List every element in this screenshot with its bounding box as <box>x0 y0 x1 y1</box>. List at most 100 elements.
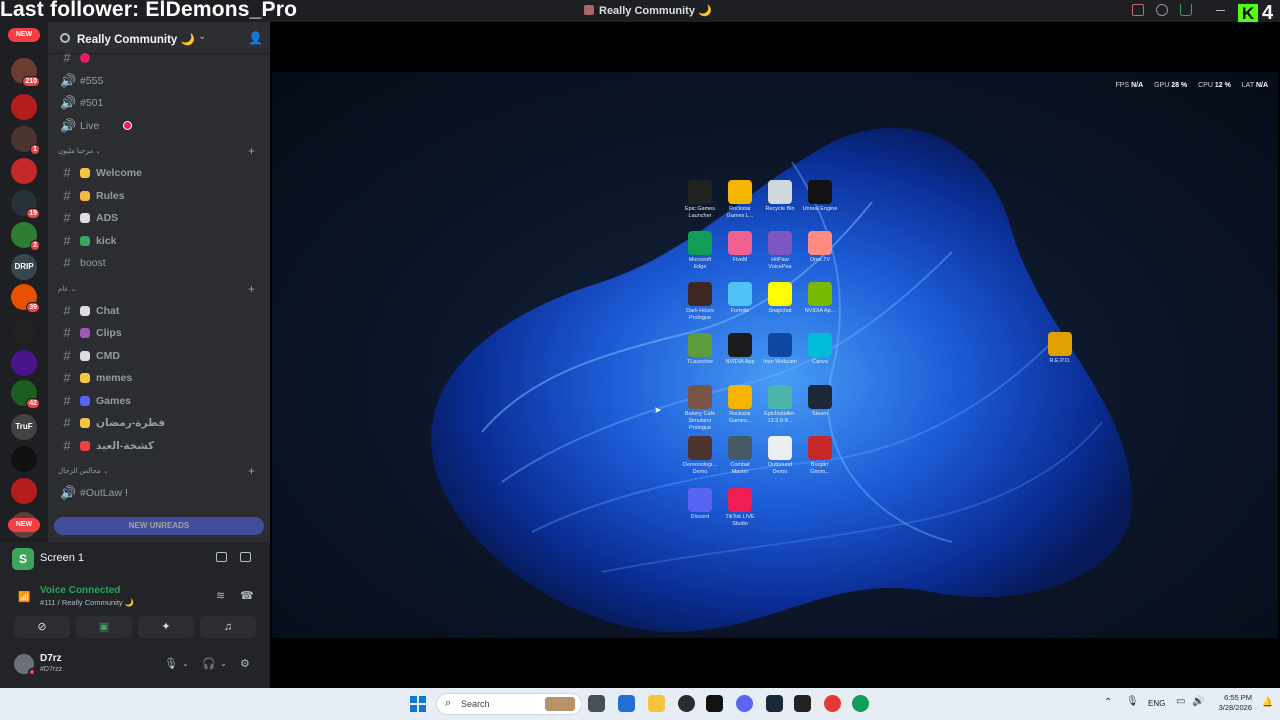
steam-taskbar-icon[interactable] <box>766 695 783 712</box>
channel-item[interactable]: # kick <box>56 231 262 252</box>
help-icon[interactable] <box>1156 4 1168 16</box>
notifications-icon[interactable]: 🔔 <box>1262 697 1273 708</box>
edge-icon[interactable] <box>852 695 869 712</box>
channel-item[interactable]: # فطرة-رمضان <box>56 413 262 434</box>
guild-icon[interactable]: 210 <box>11 58 40 87</box>
screen-share-button[interactable]: ▣ <box>76 616 132 638</box>
channel-item[interactable]: # <box>56 48 262 69</box>
channel-item[interactable]: # Clips <box>56 323 262 344</box>
create-channel-icon[interactable]: + <box>248 144 255 158</box>
desktop-shortcut[interactable]: Recycle Bin <box>762 180 798 213</box>
camera-off-button[interactable]: ⊘ <box>14 616 70 638</box>
signal-icon[interactable]: 📶 <box>18 592 30 603</box>
tray-overflow-icon[interactable]: ⌃ <box>1104 697 1112 708</box>
guild-icon[interactable]: DRIP <box>11 254 37 280</box>
noise-suppression-icon[interactable]: ≋ <box>216 589 225 602</box>
desktop-shortcut[interactable]: Bakery Cafe Simulator Prologue <box>682 385 718 432</box>
discord-taskbar-icon[interactable] <box>736 695 753 712</box>
desktop-shortcut[interactable]: Epic Games Launcher <box>682 180 718 220</box>
file-explorer-icon[interactable] <box>648 695 665 712</box>
minimize-button[interactable] <box>1216 10 1225 11</box>
username[interactable]: D7rz <box>40 653 62 664</box>
channel-item[interactable]: 🔊 #555 <box>56 71 262 92</box>
tray-mic-icon[interactable]: 🎙 <box>1126 696 1139 707</box>
voice-status[interactable]: Voice Connected <box>40 585 120 596</box>
desktop-shortcut[interactable]: Unreal Engine <box>802 180 838 213</box>
inbox-icon[interactable] <box>1132 4 1144 16</box>
guild-icon[interactable]: TruF <box>11 414 37 440</box>
channel-item[interactable]: # Chat <box>56 301 262 322</box>
stream-preview-row[interactable]: S Screen 1 <box>8 546 262 570</box>
channel-item[interactable]: 🔊 #OutLaw ! <box>56 483 262 504</box>
guild-icon[interactable] <box>11 94 37 120</box>
desktop-shortcut[interactable]: Iriun Webcam <box>762 333 798 366</box>
desktop-shortcut[interactable]: R.E.P.O. <box>1042 332 1078 365</box>
chevron-down-icon[interactable]: ⌄ <box>198 31 206 42</box>
terminal-icon[interactable] <box>706 695 723 712</box>
category-header[interactable]: مرحبا مليون ⌄ <box>58 147 101 155</box>
desktop-shortcut[interactable]: Discord <box>682 488 718 521</box>
download-icon[interactable] <box>1180 4 1192 16</box>
create-channel-icon[interactable]: + <box>248 282 255 296</box>
desktop-shortcut[interactable]: TikTok LIVE Studio <box>722 488 758 528</box>
guild-icon[interactable] <box>11 158 37 184</box>
obs-icon[interactable] <box>678 695 695 712</box>
desktop-shortcut[interactable]: Rockstar Games... <box>722 385 758 425</box>
channel-item[interactable]: # كشخة-العيد <box>56 436 262 457</box>
headphones-icon[interactable]: 🎧 <box>202 657 216 670</box>
mic-chevron-icon[interactable]: ⌄ <box>182 659 189 668</box>
desktop-shortcut[interactable]: Fortnite <box>722 282 758 315</box>
clock[interactable]: 6:55 PM 3/28/2026 <box>1212 693 1252 713</box>
desktop-shortcut[interactable]: Combat Master <box>722 436 758 476</box>
soundboard-button[interactable]: ♫ <box>200 616 256 638</box>
activities-button[interactable]: ✦ <box>138 616 194 638</box>
new-unreads-pill-bottom[interactable]: NEW <box>8 518 40 532</box>
desktop-shortcut[interactable]: Rockstar Games L... <box>722 180 758 220</box>
volume-icon[interactable]: 🔊 <box>1192 696 1204 707</box>
avatar[interactable] <box>14 654 36 676</box>
settings-gear-icon[interactable]: ⚙ <box>240 657 250 670</box>
category-header[interactable]: مجالس الرجال ⌄ <box>58 467 109 475</box>
desktop-shortcut[interactable]: HitPaw VoicePea <box>762 231 798 271</box>
desktop-shortcut[interactable]: Demonologi... Demo <box>682 436 718 476</box>
channel-item[interactable]: # ADS <box>56 208 262 229</box>
desktop-shortcut[interactable]: Microsoft Edge <box>682 231 718 271</box>
popout-icon[interactable] <box>216 552 227 562</box>
desktop-shortcut[interactable]: Snapchat <box>762 282 798 315</box>
new-unreads-pill-top[interactable]: NEW <box>8 28 40 42</box>
category-header[interactable]: عام ⌄ <box>58 285 76 293</box>
channel-item[interactable]: # Welcome <box>56 163 262 184</box>
channel-item[interactable]: # memes <box>56 368 262 389</box>
stream-settings-icon[interactable] <box>240 552 251 562</box>
microphone-icon[interactable]: 🎙 <box>164 657 178 670</box>
channel-item[interactable]: # Games <box>56 391 262 412</box>
guild-icon[interactable] <box>11 478 37 504</box>
desktop-shortcut[interactable]: NVIDIA Ap... <box>802 282 838 315</box>
invite-people-icon[interactable]: 👤 <box>248 31 263 45</box>
desktop-shortcut[interactable]: NVIDIA App <box>722 333 758 366</box>
taskbar-search[interactable]: ⌕ Search <box>436 693 582 715</box>
desktop-shortcut[interactable]: TLauncher <box>682 333 718 366</box>
network-icon[interactable]: ▭ <box>1176 696 1185 707</box>
desktop-shortcut[interactable]: Ome.TV <box>802 231 838 264</box>
desktop-shortcut[interactable]: Steam <box>802 385 838 418</box>
capcut-icon[interactable] <box>794 695 811 712</box>
create-channel-icon[interactable]: + <box>248 464 255 478</box>
disconnect-icon[interactable]: ☎ <box>240 589 254 602</box>
desktop-shortcut[interactable]: EpicInstaller-13.3.0-8... <box>762 385 798 425</box>
desktop-shortcut[interactable]: Burglin' Gnom... <box>802 436 838 476</box>
new-unreads-banner[interactable]: NEW UNREADS <box>54 517 264 535</box>
guild-icon[interactable]: 2 <box>11 222 40 251</box>
chrome-icon[interactable] <box>824 695 841 712</box>
guild-icon[interactable] <box>11 350 37 376</box>
channel-item[interactable]: 🔊 #501 <box>56 93 262 114</box>
guild-icon[interactable]: 19 <box>11 190 40 219</box>
guild-icon[interactable]: 39 <box>11 284 40 313</box>
shared-desktop[interactable]: FPS N/A GPU 28 % CPU 12 % LAT N/A Epic G… <box>272 72 1278 638</box>
guild-icon[interactable] <box>11 446 37 472</box>
channel-item[interactable]: # Rules <box>56 186 262 207</box>
guild-icon[interactable] <box>11 318 37 344</box>
guild-icon[interactable]: 42 <box>11 380 40 409</box>
desktop-shortcut[interactable]: Dark Hours Prologue <box>682 282 718 322</box>
input-language[interactable]: ENG <box>1148 699 1165 708</box>
